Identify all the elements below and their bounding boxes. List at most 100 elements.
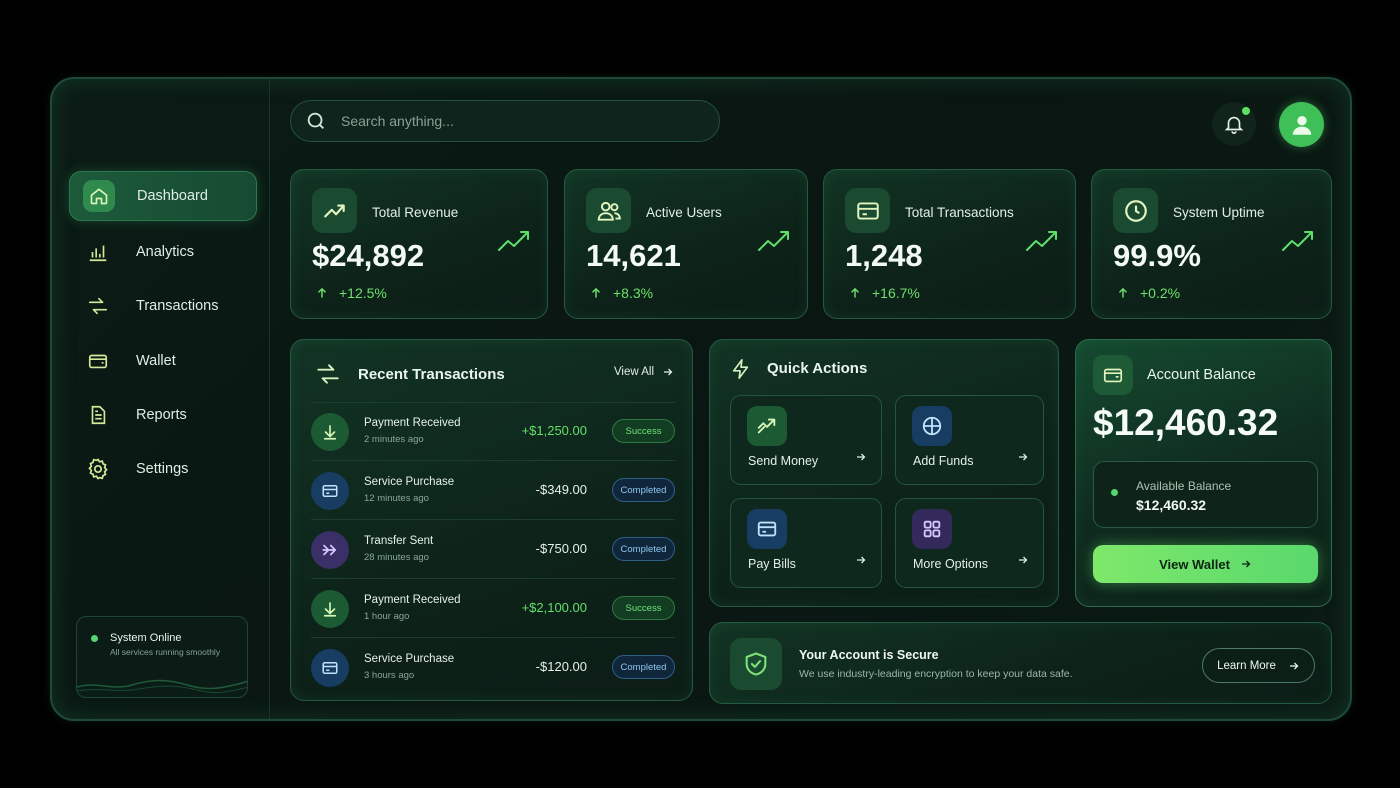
- transaction-amount: -$120.00: [535, 659, 587, 674]
- user-icon: [1292, 115, 1311, 135]
- sidebar-item-label: Settings: [136, 461, 189, 477]
- system-status-subtitle: All services running smoothly: [110, 647, 221, 657]
- stat-change-value: +0.2%: [1140, 285, 1181, 301]
- sidebar-item-transactions[interactable]: Transactions: [69, 281, 257, 331]
- table-row[interactable]: Service Purchase 12 minutes ago -$349.00…: [311, 461, 675, 520]
- arrow-right-icon: [1019, 453, 1028, 461]
- quick-action-label: Add Funds: [913, 454, 974, 468]
- balance-amount: $12,460.32: [1093, 402, 1279, 443]
- transaction-name: Payment Received: [364, 417, 461, 429]
- system-status-title: System Online: [110, 632, 182, 644]
- stat-card-revenue: Total Revenue $24,892 +12.5%: [290, 169, 548, 319]
- transfer-icon: [82, 290, 114, 322]
- more-options-button[interactable]: More Options: [895, 498, 1044, 588]
- bar-chart-icon: [82, 236, 114, 268]
- lightning-icon: [732, 359, 749, 379]
- arrow-up-icon: [1118, 287, 1128, 298]
- gear-icon: [82, 453, 114, 485]
- users-icon: [586, 188, 631, 233]
- arrow-right-icon: [857, 556, 866, 564]
- quick-actions-title: Quick Actions: [767, 360, 868, 377]
- stat-title: Active Users: [646, 205, 722, 220]
- account-balance-title: Account Balance: [1147, 367, 1256, 383]
- card-icon: [311, 472, 349, 510]
- sidebar-item-wallet[interactable]: Wallet: [69, 336, 257, 386]
- transaction-time: 1 hour ago: [364, 611, 410, 622]
- sidebar-item-dashboard[interactable]: Dashboard: [69, 171, 257, 221]
- security-title: Your Account is Secure: [799, 648, 939, 662]
- arrow-right-icon: [664, 368, 673, 376]
- learn-more-button[interactable]: Learn More: [1202, 648, 1315, 683]
- view-wallet-button[interactable]: View Wallet: [1093, 545, 1318, 583]
- quick-action-label: Send Money: [748, 454, 819, 468]
- send-money-button[interactable]: Send Money: [730, 395, 882, 485]
- stat-title: System Uptime: [1173, 205, 1265, 220]
- add-funds-button[interactable]: Add Funds: [895, 395, 1044, 485]
- arrow-right-icon: [1241, 560, 1251, 568]
- notifications-button[interactable]: [1212, 102, 1256, 146]
- learn-more-label: Learn More: [1217, 659, 1276, 672]
- plus-icon: [912, 406, 952, 446]
- available-balance-box: Available Balance $12,460.32: [1093, 461, 1318, 528]
- search-input[interactable]: [341, 113, 681, 129]
- stat-change: +12.5%: [315, 285, 387, 301]
- system-status-card: System Online All services running smoot…: [76, 616, 248, 698]
- search-bar[interactable]: [290, 100, 720, 142]
- sidebar: Dashboard Analytics Transactions Wallet …: [52, 79, 270, 719]
- status-dot: [1111, 489, 1118, 496]
- trend-sparkline-icon: [498, 231, 529, 251]
- stat-change: +8.3%: [589, 285, 653, 301]
- arrow-up-icon: [850, 287, 860, 298]
- sidebar-item-analytics[interactable]: Analytics: [69, 227, 257, 277]
- search-icon: [307, 112, 324, 129]
- transaction-time: 2 minutes ago: [364, 434, 424, 445]
- transaction-time: 28 minutes ago: [364, 552, 429, 563]
- pay-bills-button[interactable]: Pay Bills: [730, 498, 882, 588]
- table-row[interactable]: Transfer Sent 28 minutes ago -$750.00 Co…: [311, 520, 675, 579]
- arrow-up-icon: [591, 287, 601, 298]
- document-icon: [82, 399, 114, 431]
- transaction-name: Payment Received: [364, 594, 461, 606]
- stat-title: Total Transactions: [905, 205, 1014, 220]
- wallet-icon: [82, 345, 114, 377]
- trend-sparkline-icon: [758, 231, 789, 251]
- dashboard-window: Dashboard Analytics Transactions Wallet …: [50, 77, 1352, 721]
- bell-icon: [1224, 116, 1244, 134]
- account-balance-panel: Account Balance $12,460.32 Available Bal…: [1075, 339, 1332, 607]
- stat-value: 99.9%: [1113, 238, 1201, 273]
- stat-card-users: Active Users 14,621 +8.3%: [564, 169, 808, 319]
- stat-change-value: +12.5%: [339, 285, 387, 301]
- stat-card-transactions: Total Transactions 1,248 +16.7%: [823, 169, 1076, 319]
- arrow-down-icon: [311, 413, 349, 451]
- quick-action-label: More Options: [913, 557, 989, 571]
- wallet-icon: [1093, 355, 1133, 395]
- home-icon: [83, 180, 115, 212]
- available-balance-label: Available Balance: [1136, 479, 1232, 493]
- notification-badge: [1242, 107, 1250, 115]
- table-row[interactable]: Payment Received 1 hour ago +$2,100.00 S…: [311, 579, 675, 638]
- status-wave-graphic: [77, 679, 247, 694]
- status-badge: Success: [612, 596, 675, 620]
- stat-change-value: +8.3%: [613, 285, 654, 301]
- sidebar-item-reports[interactable]: Reports: [69, 390, 257, 440]
- view-all-label: View All: [613, 366, 654, 378]
- transfer-icon: [317, 364, 339, 384]
- trend-sparkline-icon: [1282, 231, 1313, 251]
- status-badge: Success: [612, 419, 675, 443]
- table-row[interactable]: Service Purchase 3 hours ago -$120.00 Co…: [311, 638, 675, 697]
- table-row[interactable]: Payment Received 2 minutes ago +$1,250.0…: [311, 402, 675, 461]
- arrow-up-icon: [317, 287, 327, 298]
- recent-transactions-panel: Recent Transactions View All Payment Rec…: [290, 339, 693, 701]
- sidebar-item-label: Transactions: [136, 298, 219, 314]
- transaction-time: 3 hours ago: [364, 670, 415, 681]
- transaction-name: Service Purchase: [364, 653, 455, 665]
- view-all-link[interactable]: View All: [614, 366, 674, 378]
- sidebar-item-settings[interactable]: Settings: [69, 444, 257, 494]
- sidebar-item-label: Wallet: [136, 353, 176, 369]
- user-avatar[interactable]: [1279, 102, 1324, 147]
- available-balance-value: $12,460.32: [1136, 497, 1207, 513]
- stat-change: +16.7%: [848, 285, 920, 301]
- send-icon: [311, 531, 349, 569]
- stat-card-uptime: System Uptime 99.9% +0.2%: [1091, 169, 1332, 319]
- stat-change: +0.2%: [1116, 285, 1180, 301]
